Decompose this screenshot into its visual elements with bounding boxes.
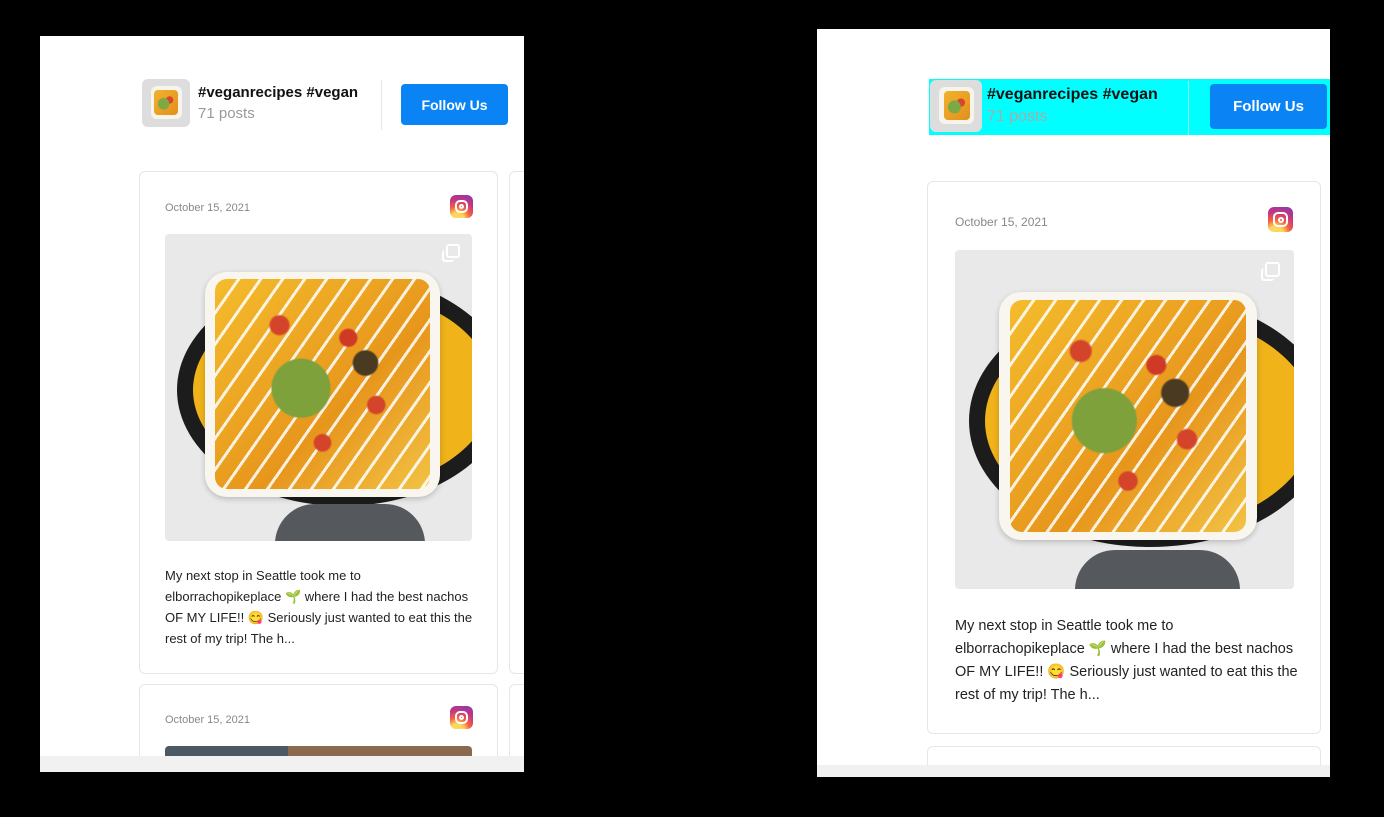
feed-widget-preview-right: #veganrecipes #vegan 71 posts Follow Us …: [817, 29, 1330, 777]
horizontal-scrollbar[interactable]: [40, 756, 524, 772]
feed-title[interactable]: #veganrecipes #vegan: [987, 86, 1158, 104]
post-date: October 15, 2021: [165, 714, 251, 726]
posts-count: 71 posts: [987, 108, 1048, 125]
feed-header: #veganrecipes #vegan 71 posts: [142, 79, 358, 127]
post-date: October 15, 2021: [165, 202, 251, 214]
instagram-icon[interactable]: [450, 706, 473, 729]
instagram-icon[interactable]: [450, 195, 473, 218]
posts-count: 71 posts: [198, 105, 255, 122]
feed-widget-preview-left: #veganrecipes #vegan 71 posts Follow Us …: [40, 36, 524, 772]
multiple-images-icon: [1261, 262, 1280, 281]
next-post-card[interactable]: [509, 171, 524, 674]
horizontal-scrollbar[interactable]: [817, 765, 1330, 777]
feed-header: #veganrecipes #vegan 71 posts: [930, 80, 1158, 132]
follow-us-button[interactable]: Follow Us: [1210, 84, 1327, 129]
header-divider: [381, 80, 382, 130]
header-divider: [1188, 81, 1189, 135]
feed-title[interactable]: #veganrecipes #vegan: [198, 84, 358, 101]
follow-us-button[interactable]: Follow Us: [401, 84, 508, 125]
post-caption: My next stop in Seattle took me to elbor…: [955, 618, 1298, 703]
post-card[interactable]: October 15, 2021 My next stop in Seattle…: [927, 181, 1321, 734]
avatar[interactable]: [142, 79, 190, 127]
post-caption: My next stop in Seattle took me to elbor…: [165, 568, 473, 646]
post-date: October 15, 2021: [955, 215, 1048, 229]
post-card[interactable]: October 15, 2021 My next stop in Seattle…: [139, 171, 498, 674]
post-image[interactable]: [955, 250, 1294, 589]
avatar[interactable]: [930, 80, 982, 132]
instagram-icon[interactable]: [1268, 207, 1293, 232]
multiple-images-icon: [442, 244, 460, 262]
post-image[interactable]: [165, 234, 472, 541]
